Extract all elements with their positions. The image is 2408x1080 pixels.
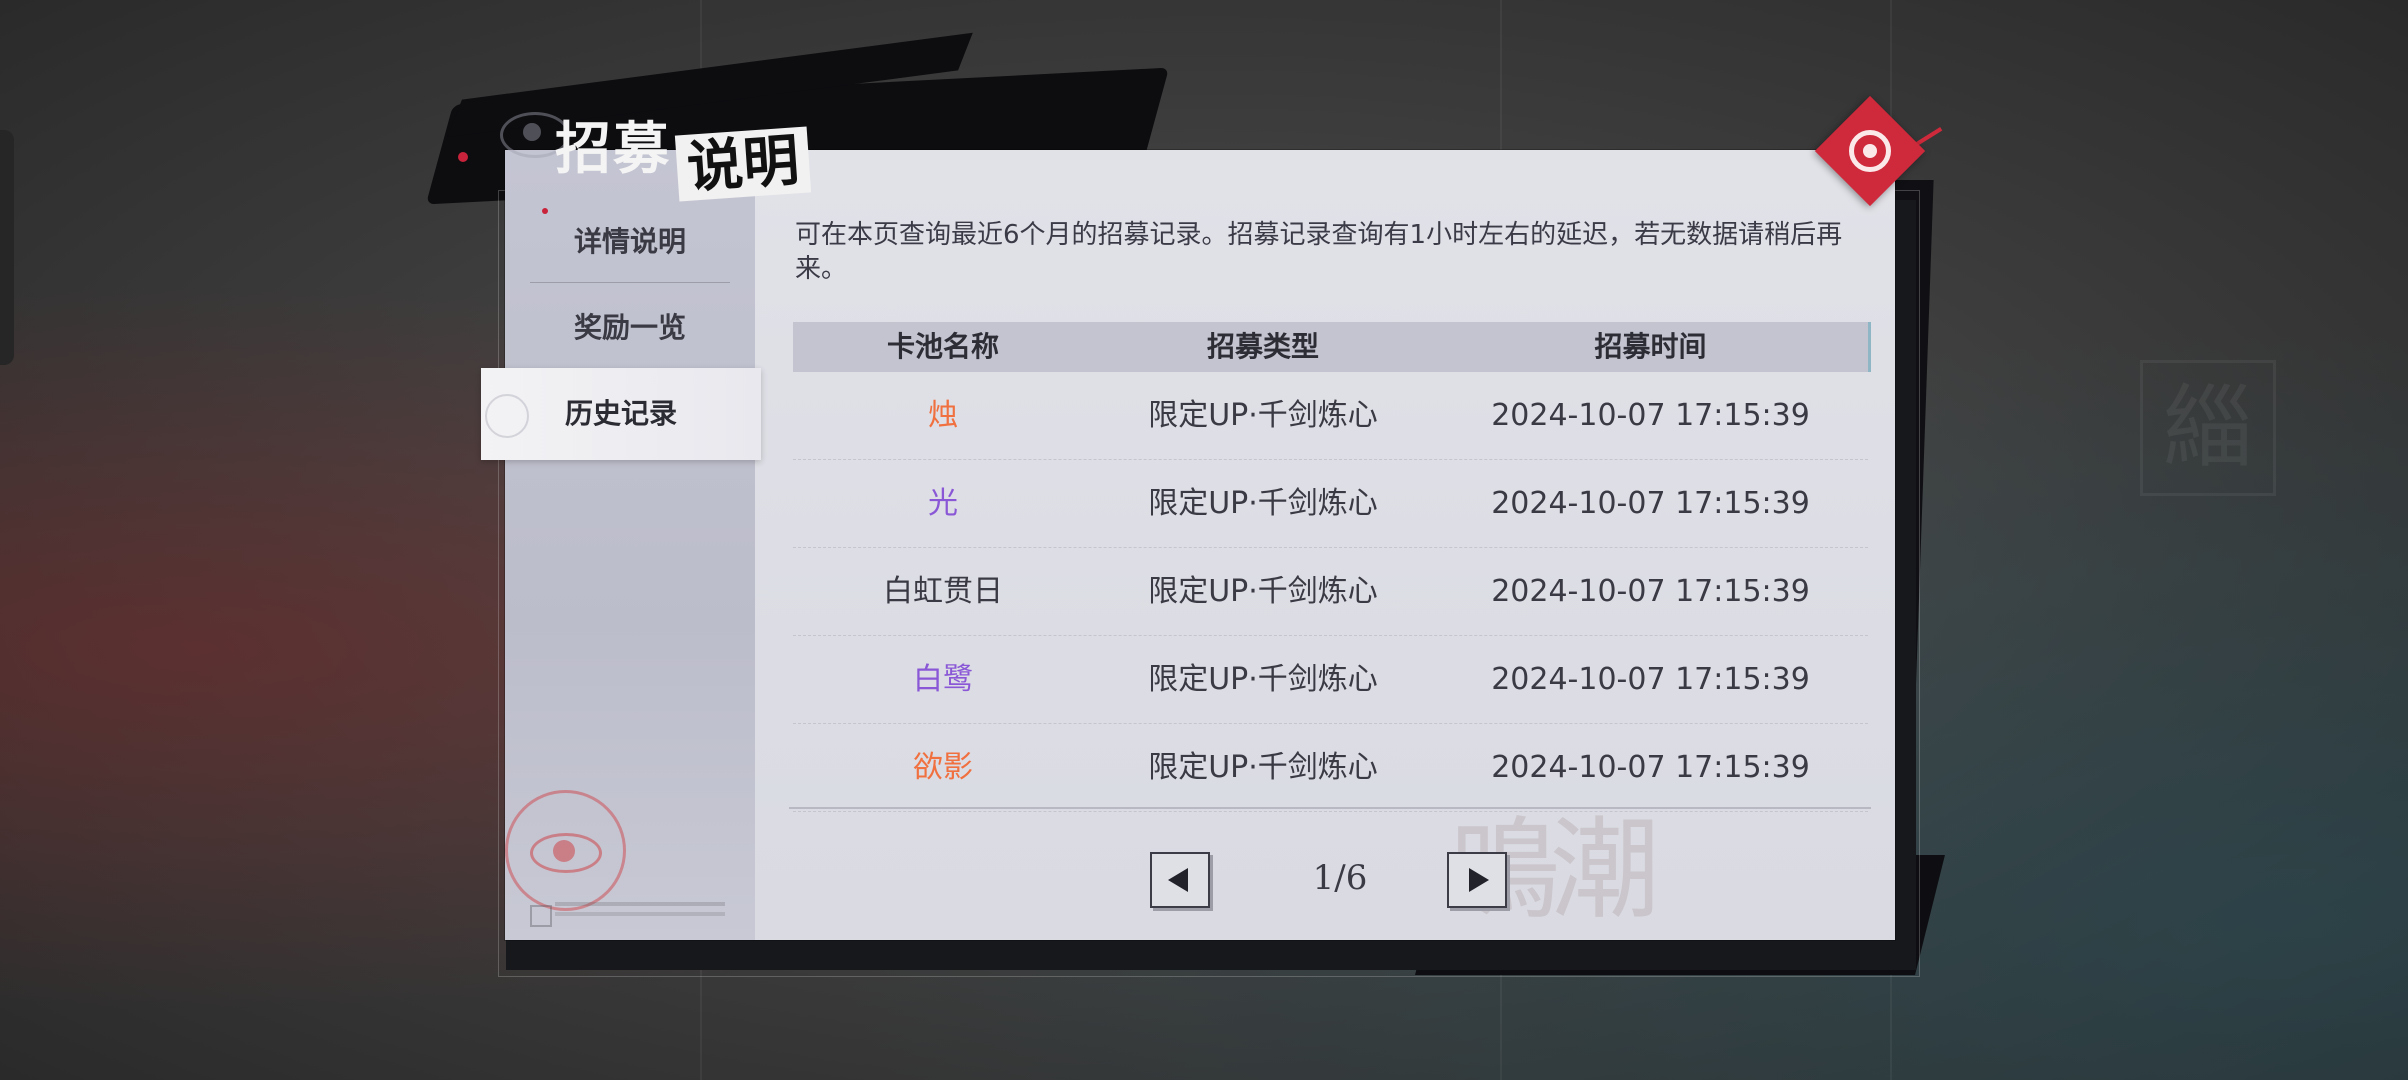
table-header: 卡池名称 招募类型 招募时间 <box>793 322 1871 372</box>
fine-print <box>555 902 725 906</box>
arrow-left-icon <box>1168 868 1188 892</box>
recruit-info-panel: 详情说明 奖励一览 历史记录 可在本页查询最近6个月的招募记录。招募记录查询有1… <box>481 150 1895 940</box>
ink-splash <box>542 208 548 214</box>
sidebar: 详情说明 奖励一览 历史记录 <box>481 150 761 940</box>
arrow-right-icon <box>1469 868 1489 892</box>
title-main: 招募 <box>555 116 671 182</box>
history-notice: 可在本页查询最近6个月的招募记录。招募记录查询有1小时左右的延迟，若无数据请稍后… <box>795 220 1843 284</box>
qr-icon <box>530 905 552 927</box>
row-type: 限定UP·千剑炼心 <box>1148 398 1378 433</box>
eye-seal-icon <box>505 790 626 911</box>
row-type: 限定UP·千剑炼心 <box>1148 662 1378 697</box>
table-row: 光 限定UP·千剑炼心 2024-10-07 17:15:39 <box>793 460 1868 548</box>
sidebar-item-rewards[interactable]: 奖励一览 <box>505 306 755 346</box>
row-name: 欲影 <box>913 750 973 785</box>
row-name: 光 <box>928 486 958 521</box>
table-body: 烛 限定UP·千剑炼心 2024-10-07 17:15:39 光 限定UP·千… <box>793 372 1868 812</box>
row-time: 2024-10-07 17:15:39 <box>1491 574 1810 609</box>
row-time: 2024-10-07 17:15:39 <box>1491 398 1810 433</box>
title-highlight: 说明 <box>674 125 812 202</box>
sidebar-divider <box>530 282 730 283</box>
row-name: 白鹭 <box>913 662 973 697</box>
row-time: 2024-10-07 17:15:39 <box>1491 750 1810 785</box>
row-type: 限定UP·千剑炼心 <box>1148 486 1378 521</box>
page-indicator: 1/6 <box>1312 858 1368 898</box>
eye-icon <box>485 394 529 438</box>
sidebar-item-history[interactable]: 历史记录 <box>481 368 761 460</box>
sidebar-item-label: 历史记录 <box>564 397 677 430</box>
row-type: 限定UP·千剑炼心 <box>1148 750 1378 785</box>
next-page-button[interactable] <box>1447 852 1507 908</box>
row-time: 2024-10-07 17:15:39 <box>1491 662 1810 697</box>
column-header-type: 招募类型 <box>1206 330 1319 363</box>
decorative-calligraphy: 鳴潮 <box>1450 806 1660 934</box>
seal-pupil <box>553 840 575 862</box>
close-eye-icon <box>1849 130 1891 172</box>
sidebar-item-details[interactable]: 详情说明 <box>505 220 755 260</box>
page-title: 招募 说明 <box>555 104 812 202</box>
ink-splash <box>458 152 468 162</box>
row-type: 限定UP·千剑炼心 <box>1148 574 1378 609</box>
row-name: 烛 <box>928 398 958 433</box>
prev-page-button[interactable] <box>1150 852 1210 908</box>
row-name: 白虹贯日 <box>883 574 1003 609</box>
table-row: 欲影 限定UP·千剑炼心 2024-10-07 17:15:39 <box>793 724 1868 812</box>
table-row: 白虹贯日 限定UP·千剑炼心 2024-10-07 17:15:39 <box>793 548 1868 636</box>
background-watermark: 緇 <box>2140 360 2276 496</box>
column-header-pool: 卡池名称 <box>886 330 999 363</box>
side-edge-handle <box>0 130 14 365</box>
table-row: 白鹭 限定UP·千剑炼心 2024-10-07 17:15:39 <box>793 636 1868 724</box>
row-time: 2024-10-07 17:15:39 <box>1491 486 1810 521</box>
table-row: 烛 限定UP·千剑炼心 2024-10-07 17:15:39 <box>793 372 1868 460</box>
column-header-time: 招募时间 <box>1594 330 1707 363</box>
